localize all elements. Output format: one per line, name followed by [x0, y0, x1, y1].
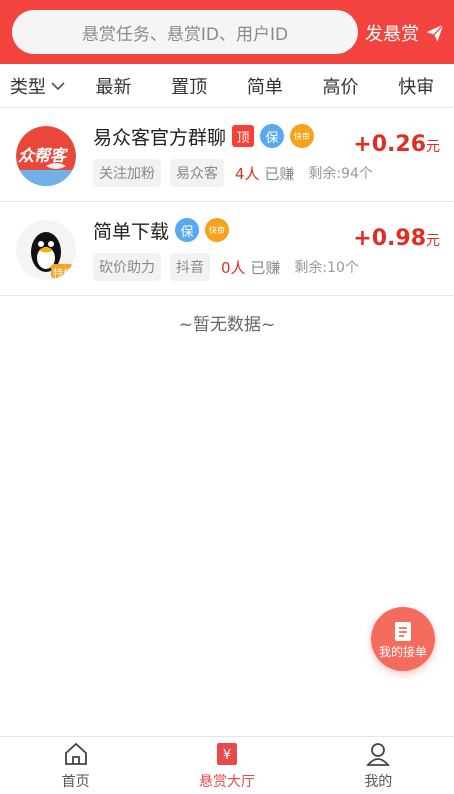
search-placeholder: 悬赏任务、悬赏ID、用户ID	[81, 24, 289, 45]
task-tag: 易众客	[170, 159, 224, 187]
hall-icon: ¥	[216, 742, 237, 765]
task-tag: 关注加粉	[93, 159, 161, 187]
task-price: +0.26元	[353, 132, 440, 157]
user-icon	[366, 742, 391, 766]
vip-badge: 特权	[53, 269, 73, 280]
task-tag: 砍价助力	[93, 253, 161, 281]
filter-fast-review[interactable]: 快审	[378, 73, 454, 99]
fast-review-icon: 快审	[290, 124, 315, 148]
tab-home[interactable]: 首页	[0, 737, 151, 794]
search-input[interactable]: 悬赏任务、悬赏ID、用户ID	[12, 10, 358, 54]
guarantee-icon: 保	[260, 124, 285, 148]
filter-bar: 类型 最新 置顶 简单 高价 快审	[0, 64, 454, 108]
publish-bounty-button[interactable]: 发悬赏	[365, 18, 445, 48]
avatar: 众帮客	[16, 126, 76, 186]
tab-bounty-hall[interactable]: ¥ 悬赏大厅	[151, 737, 302, 794]
clipboard-icon	[395, 621, 411, 641]
bottom-tab-bar: 首页 ¥ 悬赏大厅 我的	[0, 736, 454, 794]
publish-label: 发悬赏	[365, 24, 419, 45]
fast-review-icon: 快审	[205, 218, 230, 242]
tab-mine[interactable]: 我的	[303, 737, 454, 794]
home-icon	[64, 742, 87, 765]
task-title: 易众客官方群聊	[93, 126, 227, 149]
empty-state-text: ~暂无数据~	[178, 315, 276, 335]
filter-type[interactable]: 类型	[0, 73, 76, 99]
my-orders-button[interactable]: 我的接单	[371, 607, 435, 671]
filter-pinned[interactable]: 置顶	[151, 73, 227, 99]
top-bar: 悬赏任务、悬赏ID、用户ID 发悬赏	[0, 0, 454, 64]
svg-text:¥: ¥	[223, 748, 231, 763]
filter-simple[interactable]: 简单	[227, 73, 303, 99]
task-item[interactable]: 众帮客 易众客官方群聊 顶 保 快审 关注加粉 易众客 4人 已赚 剩余:94个…	[0, 108, 454, 202]
remaining-count: 剩余:10个	[294, 260, 359, 276]
guarantee-icon: 保	[175, 218, 200, 242]
task-title: 简单下载	[93, 220, 170, 243]
pinned-badge: 顶	[232, 125, 255, 147]
avatar: 特权	[16, 220, 76, 280]
paper-plane-icon	[426, 24, 444, 42]
avatar-text: 众帮客	[18, 146, 67, 165]
filter-high-price[interactable]: 高价	[303, 73, 379, 99]
chevron-down-icon	[51, 81, 65, 90]
my-orders-label: 我的接单	[378, 644, 427, 659]
remaining-count: 剩余:94个	[308, 166, 373, 182]
earned-count: 0人 已赚	[221, 258, 281, 277]
filter-latest[interactable]: 最新	[76, 73, 152, 99]
earned-count: 4人 已赚	[235, 164, 295, 183]
task-tag: 抖音	[170, 253, 210, 281]
task-price: +0.98元	[353, 226, 440, 251]
task-item[interactable]: 特权 简单下载 保 快审 砍价助力 抖音 0人 已赚 剩余:10个 +0.98元	[0, 202, 454, 296]
